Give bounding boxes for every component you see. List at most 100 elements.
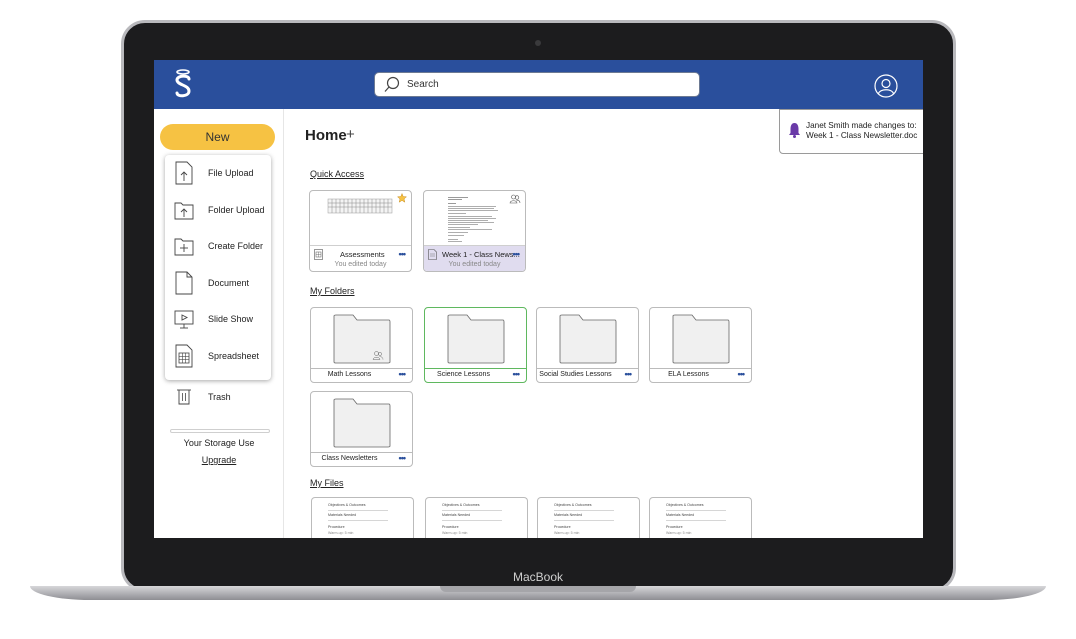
file-preview-text: Procedure xyxy=(442,525,459,529)
notification-line-1: Janet Smith made changes to: xyxy=(806,121,917,130)
file-preview-text: Warm-up: 5 min xyxy=(328,531,354,535)
top-bar: Search xyxy=(154,60,923,109)
folder-icon xyxy=(559,314,617,364)
page-title: Home xyxy=(305,127,347,144)
more-options-button[interactable]: ••• xyxy=(399,249,407,259)
device-label: MacBook xyxy=(512,570,564,584)
folder-icon xyxy=(672,314,730,364)
storage-label: Your Storage Use xyxy=(183,438,255,448)
folder-footer: Class Newsletters ••• xyxy=(311,452,412,466)
menu-item-folder-upload[interactable]: Folder Upload xyxy=(165,192,271,228)
search-icon xyxy=(384,76,400,92)
search-input[interactable]: Search xyxy=(374,72,700,97)
folder-icon xyxy=(333,314,391,364)
file-preview-text: Warm-up: 5 min xyxy=(554,531,580,535)
folder-upload-icon xyxy=(174,202,194,220)
laptop-base-notch xyxy=(440,586,636,592)
upgrade-link[interactable]: Upgrade xyxy=(154,455,284,465)
menu-item-document[interactable]: Document xyxy=(165,265,271,301)
folder-icon xyxy=(333,398,391,448)
menu-label: Spreadsheet xyxy=(208,351,260,361)
my-folders-heading[interactable]: My Folders xyxy=(310,286,355,296)
menu-label: Create Folder xyxy=(208,241,264,251)
folder-footer: Social Studies Lessons ••• xyxy=(537,368,638,382)
folder-card-ela-lessons[interactable]: ELA Lessons ••• xyxy=(649,307,752,383)
folder-name: ELA Lessons xyxy=(668,371,709,378)
slide-show-icon xyxy=(174,310,194,329)
file-upload-icon xyxy=(175,161,193,185)
folder-card-science-lessons[interactable]: Science Lessons ••• xyxy=(424,307,527,383)
quick-access-card-week1[interactable]: Week 1 - Class News... ••• You edited to… xyxy=(423,190,526,272)
card-footer: Assessments ••• You edited today xyxy=(310,245,411,271)
camera xyxy=(535,40,541,46)
folder-footer: ELA Lessons ••• xyxy=(650,368,751,382)
file-preview-rule xyxy=(442,520,502,521)
menu-label: Document xyxy=(208,278,250,288)
file-preview-text: Warm-up: 5 min xyxy=(442,531,468,535)
spreadsheet-icon xyxy=(175,344,193,368)
more-options-button[interactable]: ••• xyxy=(399,369,407,379)
folder-footer: Math Lessons ••• xyxy=(311,368,412,382)
shared-people-icon xyxy=(509,194,521,204)
file-preview-rule xyxy=(554,510,614,511)
screen: Search Janet Smith made changes to: Week… xyxy=(154,60,923,538)
app-logo-icon[interactable] xyxy=(168,68,198,102)
menu-item-create-folder[interactable]: Create Folder xyxy=(165,228,271,264)
file-preview-text: Procedure xyxy=(328,525,345,529)
folder-card-class-newsletters[interactable]: Class Newsletters ••• xyxy=(310,391,413,467)
star-icon[interactable] xyxy=(397,193,407,203)
folder-name: Math Lessons xyxy=(327,371,372,378)
card-title: Week 1 - Class News... xyxy=(442,250,520,259)
notification-toast[interactable]: Janet Smith made changes to: Week 1 - Cl… xyxy=(779,109,923,154)
notification-line-2: Week 1 - Class Newsletter.doc xyxy=(806,131,918,140)
folder-card-math-lessons[interactable]: Math Lessons ••• xyxy=(310,307,413,383)
more-options-button[interactable]: ••• xyxy=(513,249,521,259)
sidebar-item-label: Trash xyxy=(208,392,231,402)
sidebar-item-trash[interactable]: Trash xyxy=(154,385,284,411)
file-preview-text: Procedure xyxy=(554,525,571,529)
storage-usage-bar xyxy=(170,429,270,433)
quick-access-heading[interactable]: Quick Access xyxy=(310,169,364,179)
menu-label: File Upload xyxy=(208,168,254,178)
file-preview-text: Materials Needed xyxy=(554,513,583,517)
menu-item-spreadsheet[interactable]: Spreadsheet xyxy=(165,338,271,374)
folder-icon xyxy=(447,314,505,364)
more-options-button[interactable]: ••• xyxy=(513,369,521,379)
more-options-button[interactable]: ••• xyxy=(625,369,633,379)
file-preview-text: Objectives & Outcomes xyxy=(666,503,704,507)
quick-access-card-assessments[interactable]: Assessments ••• You edited today xyxy=(309,190,412,272)
add-button[interactable]: + xyxy=(346,126,355,143)
file-preview-rule xyxy=(442,510,502,511)
menu-item-slide-show[interactable]: Slide Show xyxy=(165,301,271,337)
file-preview-rule xyxy=(328,520,388,521)
menu-item-file-upload[interactable]: File Upload xyxy=(165,155,271,191)
file-card[interactable]: Objectives & Outcomes Materials Needed P… xyxy=(537,497,640,538)
file-preview-text: Objectives & Outcomes xyxy=(328,503,366,507)
more-options-button[interactable]: ••• xyxy=(738,369,746,379)
file-preview-text: Warm-up: 5 min xyxy=(666,531,692,535)
file-preview-rule xyxy=(328,510,388,511)
folder-name: Social Studies Lessons xyxy=(539,371,612,378)
file-card[interactable]: Objectives & Outcomes Materials Needed P… xyxy=(425,497,528,538)
card-subtitle: You edited today xyxy=(334,261,387,268)
document-icon xyxy=(175,271,193,295)
account-avatar-icon[interactable] xyxy=(874,74,898,98)
card-footer: Week 1 - Class News... ••• You edited to… xyxy=(424,245,525,271)
more-options-button[interactable]: ••• xyxy=(399,453,407,463)
file-card[interactable]: Objectives & Outcomes Materials Needed P… xyxy=(311,497,414,538)
card-title: Assessments xyxy=(340,250,385,259)
document-icon xyxy=(428,249,437,260)
sidebar: New File Upload Folder Upload Create Fol… xyxy=(154,109,284,538)
folder-name: Science Lessons xyxy=(437,371,490,378)
folder-footer: Science Lessons ••• xyxy=(425,368,526,382)
spreadsheet-icon xyxy=(314,249,323,260)
folder-card-social-studies-lessons[interactable]: Social Studies Lessons ••• xyxy=(536,307,639,383)
file-preview-text: Materials Needed xyxy=(328,513,357,517)
file-preview-rule xyxy=(666,510,726,511)
new-button[interactable]: New xyxy=(160,124,275,150)
file-card[interactable]: Objectives & Outcomes Materials Needed P… xyxy=(649,497,752,538)
bell-icon xyxy=(789,123,800,138)
file-preview-text: Procedure xyxy=(666,525,683,529)
my-files-heading[interactable]: My Files xyxy=(310,478,344,488)
menu-label: Slide Show xyxy=(208,314,254,324)
